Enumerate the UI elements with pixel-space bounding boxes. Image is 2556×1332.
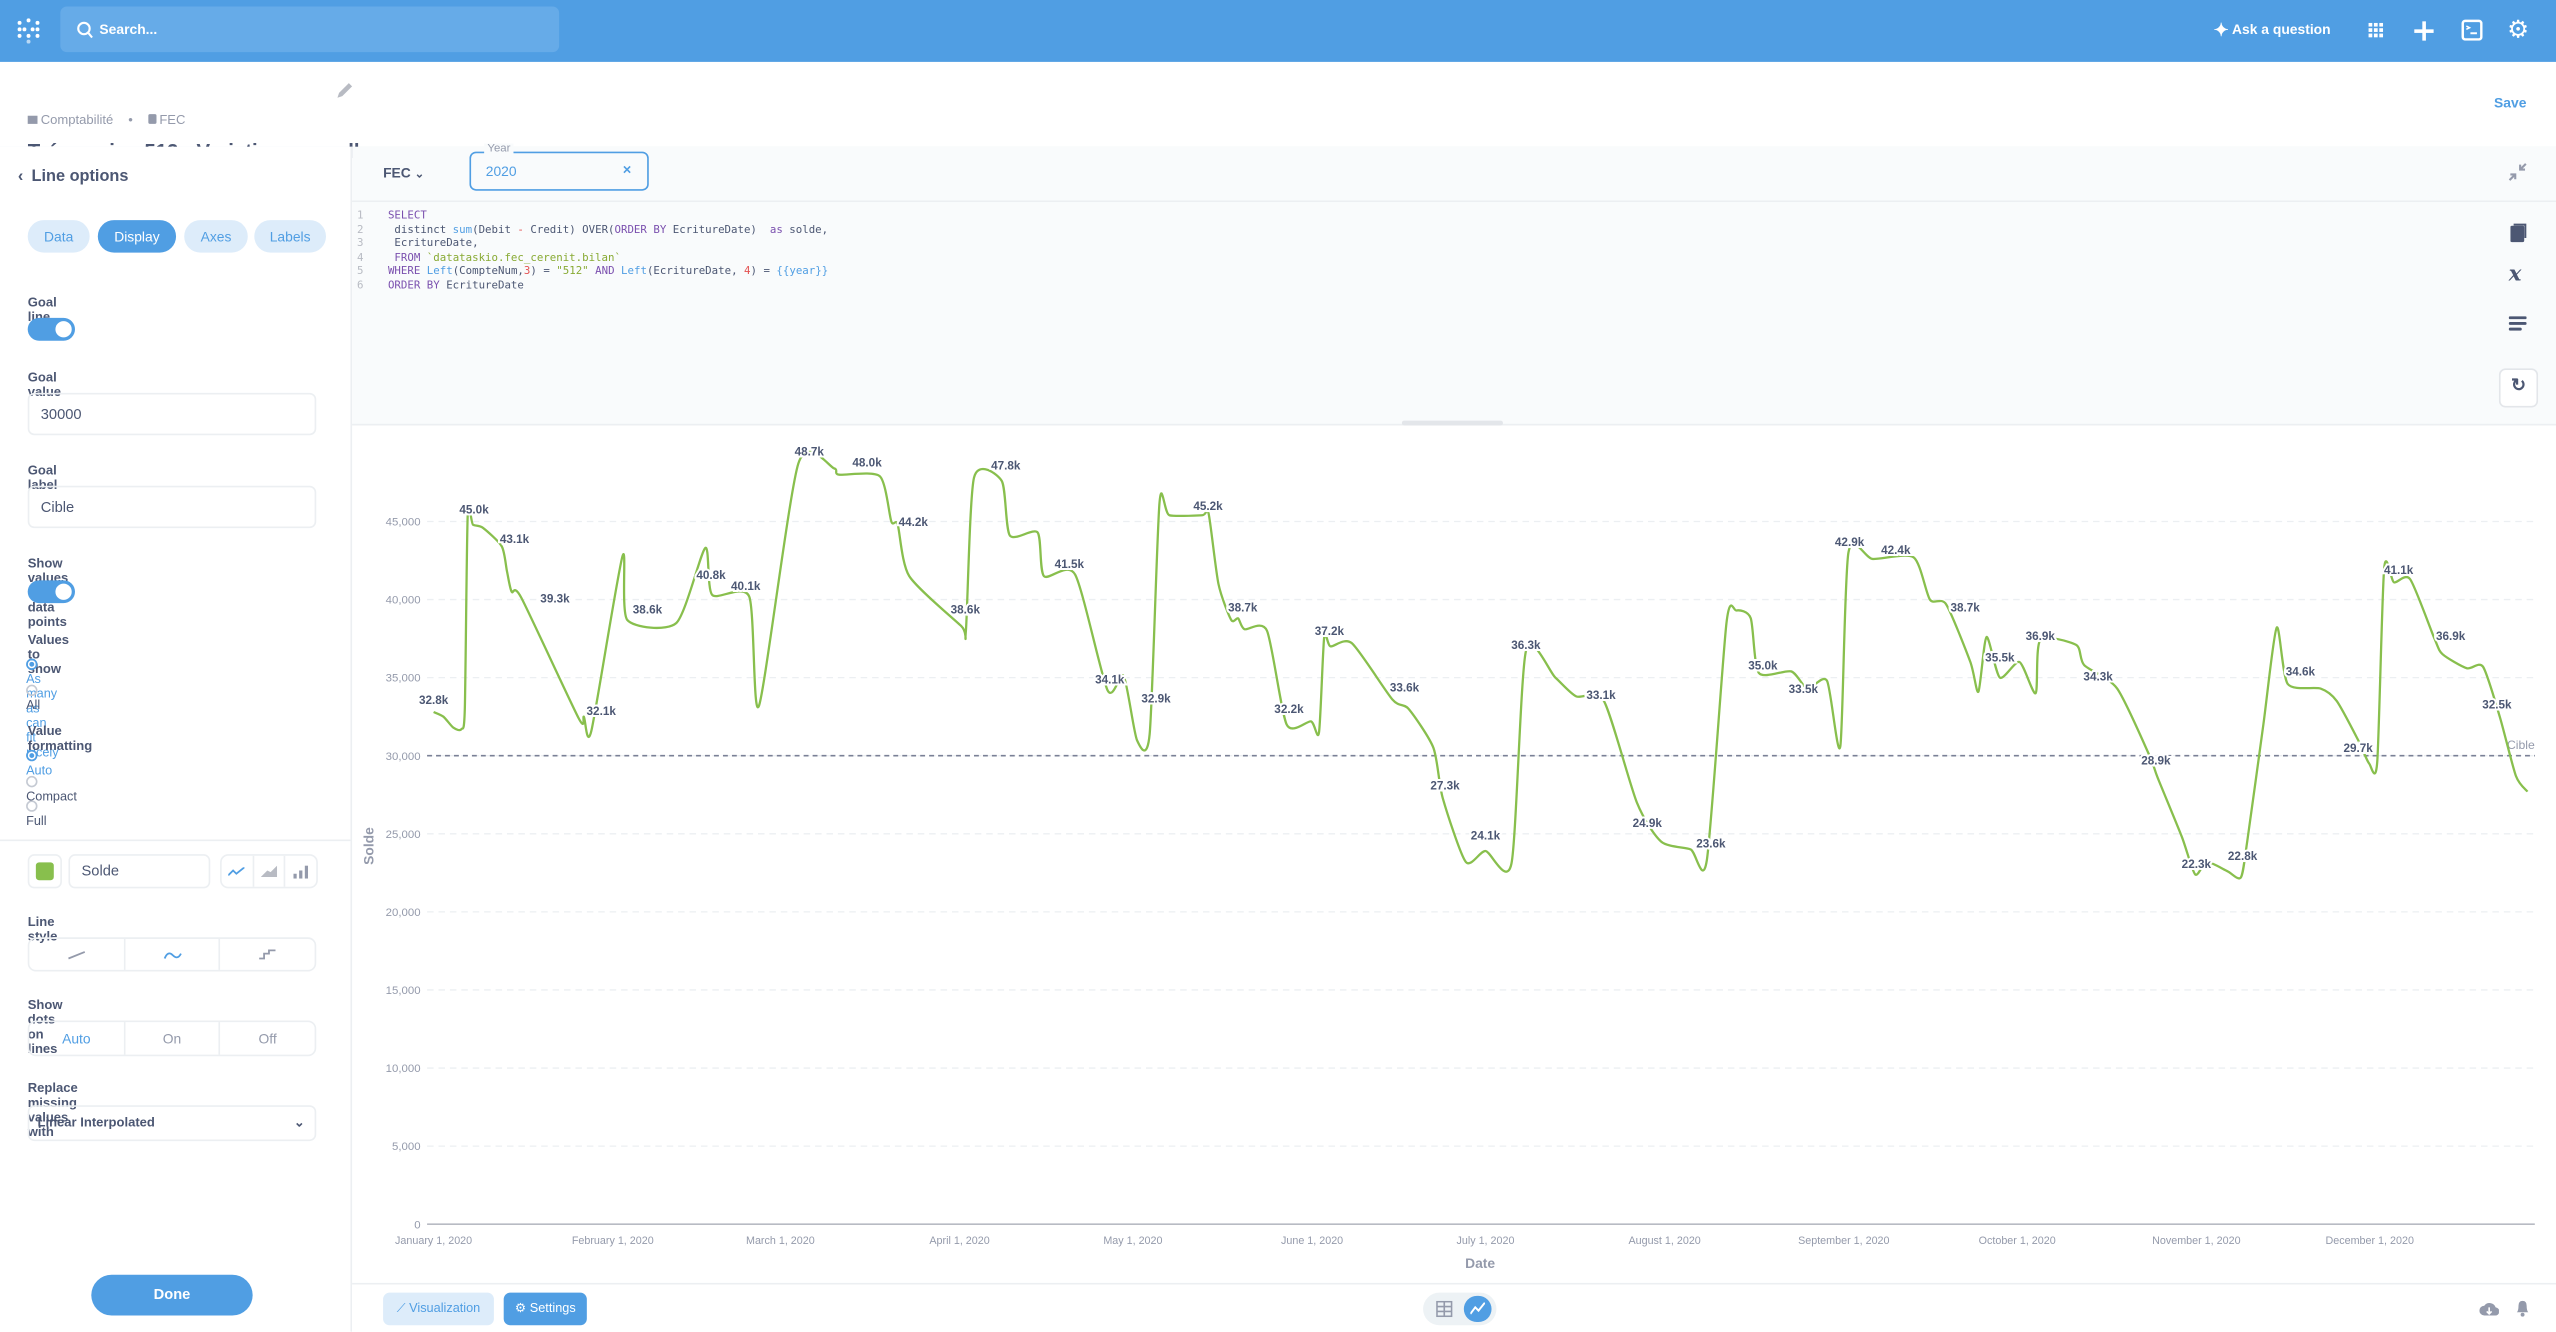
y-tick-label: 40,000 — [386, 595, 421, 607]
x-tick-label: July 1, 2020 — [1456, 1235, 1514, 1247]
x-tick-label: March 1, 2020 — [746, 1235, 815, 1247]
y-axis-title: Solde — [360, 827, 376, 865]
data-label: 42.4k — [1881, 544, 1911, 557]
x-tick-label: November 1, 2020 — [2152, 1235, 2240, 1247]
data-label: 48.0k — [852, 456, 882, 469]
y-tick-label: 15,000 — [386, 985, 421, 997]
chart-view-button[interactable] — [1463, 1295, 1492, 1323]
x-tick-label: April 1, 2020 — [929, 1235, 989, 1247]
y-tick-label: 30,000 — [386, 751, 421, 763]
data-label: 38.6k — [951, 603, 981, 616]
data-label: 35.5k — [1985, 652, 2015, 665]
data-label: 32.8k — [419, 694, 449, 707]
data-label: 47.8k — [991, 460, 1021, 473]
data-label: 35.0k — [1748, 659, 1778, 672]
data-label: 38.7k — [1228, 602, 1258, 615]
data-label: 36.9k — [2436, 630, 2466, 643]
y-tick-label: 45,000 — [386, 517, 421, 529]
data-label: 28.9k — [2141, 755, 2171, 768]
data-label: 33.1k — [1586, 689, 1616, 702]
y-tick-label: 20,000 — [386, 907, 421, 919]
bell-icon[interactable] — [2515, 1299, 2530, 1317]
data-label: 32.9k — [1141, 692, 1171, 705]
line-chart-icon: ⟋ — [396, 1300, 410, 1316]
data-label: 33.5k — [1789, 683, 1819, 696]
data-label: 32.2k — [1274, 703, 1304, 716]
data-label: 22.8k — [2228, 850, 2258, 863]
data-label: 34.3k — [2083, 670, 2113, 683]
data-label: 40.8k — [696, 569, 726, 582]
y-tick-label: 5,000 — [392, 1141, 421, 1153]
data-label: 33.6k — [1390, 681, 1420, 694]
x-tick-label: June 1, 2020 — [1281, 1235, 1343, 1247]
line-chart-icon — [1470, 1302, 1486, 1315]
y-tick-label: 0 — [414, 1219, 420, 1231]
visualization-button[interactable]: ⟋ Visualization — [383, 1292, 494, 1326]
data-label: 38.7k — [1950, 602, 1980, 615]
data-label: 39.3k — [540, 592, 570, 605]
settings-button[interactable]: ⚙ Settings — [503, 1292, 587, 1326]
y-tick-label: 10,000 — [386, 1063, 421, 1075]
data-label: 41.5k — [1055, 558, 1085, 571]
data-label: 43.1k — [500, 533, 530, 546]
table-icon[interactable] — [1436, 1300, 1453, 1318]
data-label: 37.2k — [1315, 625, 1345, 638]
y-tick-label: 25,000 — [386, 829, 421, 841]
gear-icon: ⚙ — [514, 1300, 530, 1316]
data-label: 34.6k — [2286, 666, 2316, 679]
download-icon[interactable] — [2479, 1301, 2499, 1317]
x-tick-label: January 1, 2020 — [395, 1235, 472, 1247]
x-tick-label: May 1, 2020 — [1103, 1235, 1162, 1247]
data-label: 22.3k — [2182, 858, 2212, 871]
data-label: 24.1k — [1471, 830, 1501, 843]
data-label: 41.1k — [2384, 564, 2414, 577]
data-label: 42.9k — [1835, 536, 1865, 549]
goal-label: Cible — [2507, 738, 2535, 752]
data-label: 38.6k — [633, 603, 663, 616]
footer-bar: ⟋ Visualization ⚙ Settings — [352, 1282, 2556, 1332]
y-tick-label: 35,000 — [386, 673, 421, 685]
data-label: 32.5k — [2482, 699, 2512, 712]
line-chart: 0 5,000 10,000 15,000 20,000 25,000 30,000 35,0… — [360, 444, 2535, 1272]
data-label: 23.6k — [1696, 838, 1726, 851]
x-tick-label: February 1, 2020 — [572, 1235, 654, 1247]
visualization-label: Visualization — [409, 1300, 481, 1316]
data-label: 40.1k — [731, 580, 761, 593]
data-label: 29.7k — [2343, 742, 2373, 755]
x-axis-title: Date — [1465, 1255, 1495, 1271]
data-label: 24.9k — [1633, 817, 1663, 830]
view-toggle — [1423, 1292, 1497, 1326]
data-label: 32.1k — [587, 705, 617, 718]
data-label: 45.2k — [1193, 500, 1223, 513]
data-label: 34.1k — [1095, 674, 1125, 687]
data-label: 44.2k — [899, 516, 929, 529]
settings-label: Settings — [529, 1300, 576, 1316]
data-label: 27.3k — [1430, 780, 1460, 793]
data-label: 48.7k — [795, 446, 825, 459]
data-label: 36.3k — [1511, 639, 1541, 652]
x-tick-label: August 1, 2020 — [1628, 1235, 1700, 1247]
x-tick-label: December 1, 2020 — [2325, 1235, 2413, 1247]
data-label: 45.0k — [459, 503, 489, 516]
x-tick-label: September 1, 2020 — [1798, 1235, 1889, 1247]
data-label: 36.9k — [2026, 630, 2056, 643]
series-line-solde — [433, 450, 2529, 880]
x-tick-label: October 1, 2020 — [1979, 1235, 2056, 1247]
